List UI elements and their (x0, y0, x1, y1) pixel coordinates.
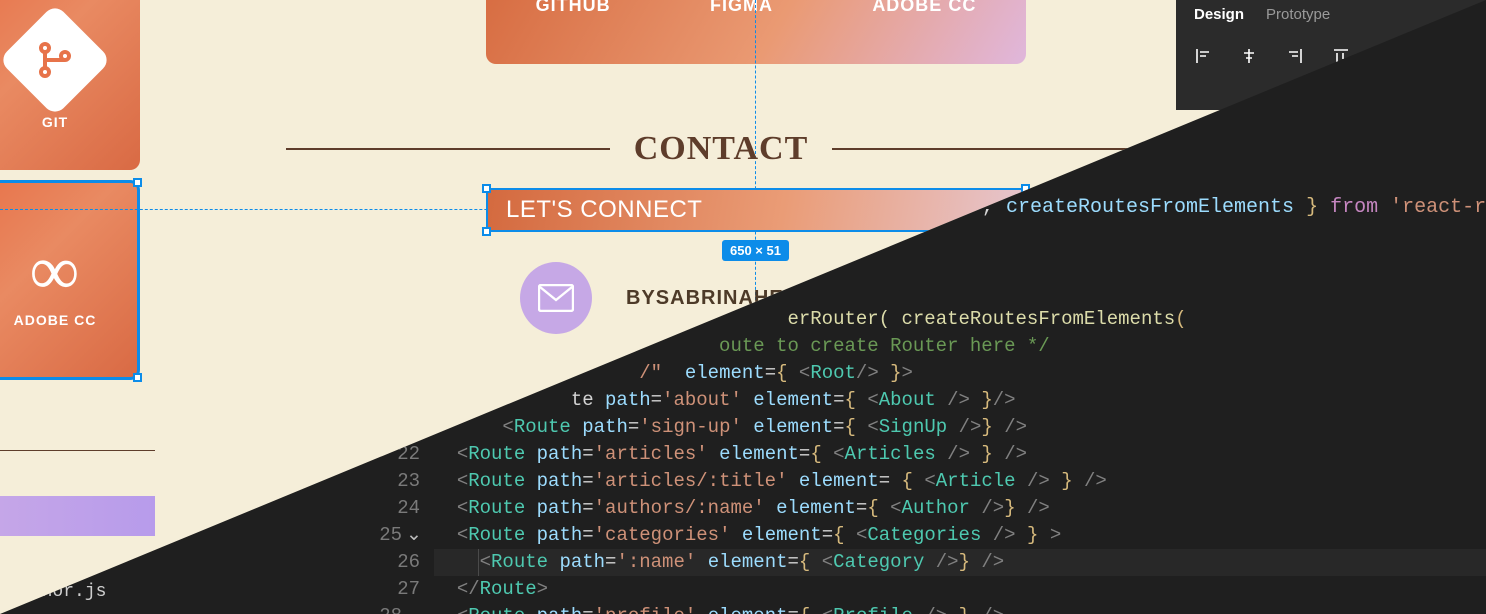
purple-accent-bar[interactable] (0, 496, 155, 536)
tool-card-git-label: GIT (42, 114, 68, 130)
code-import-fragment: , createRoutesFromElements } from 'react… (982, 196, 1486, 219)
selection-handle[interactable] (482, 227, 491, 236)
fold-chevron-icon[interactable]: ⌄ (406, 603, 420, 614)
selection-handle[interactable] (133, 178, 142, 187)
rule-line (286, 148, 610, 150)
selection-dimensions-badge: 650 × 51 (722, 240, 789, 261)
fold-chevron-icon[interactable]: ⌄ (406, 522, 420, 549)
mail-icon (520, 262, 592, 334)
align-center-h-icon[interactable] (1240, 47, 1258, 65)
align-left-icon[interactable] (1194, 47, 1212, 65)
divider (0, 450, 155, 451)
contact-section-header: CONTACT (286, 130, 1156, 168)
rule-line (832, 148, 1156, 150)
tool-card-adobe-cc-label: ADOBE CC (14, 312, 97, 328)
lets-connect-label: LET'S CONNECT (506, 196, 702, 224)
git-icon (0, 3, 112, 116)
hero-item: GITHUB (536, 0, 611, 16)
selection-handle[interactable] (482, 184, 491, 193)
hero-item: FIGMA (710, 0, 773, 16)
hero-item: ADOBE CC (872, 0, 976, 16)
adobe-cc-icon: ∞ (30, 232, 81, 312)
selection-handle[interactable] (133, 373, 142, 382)
tool-card-git[interactable]: AVASCRIPT GIT (0, 0, 140, 170)
tab-design[interactable]: Design (1194, 6, 1244, 23)
tool-card-adobe-cc-selected[interactable]: ∞ ADOBE CC (0, 180, 140, 380)
hero-tools-card[interactable]: GITHUB FIGMA ADOBE CC (486, 0, 1026, 64)
tab-prototype[interactable]: Prototype (1266, 6, 1330, 23)
section-title: CONTACT (634, 130, 809, 168)
align-right-icon[interactable] (1286, 47, 1304, 65)
